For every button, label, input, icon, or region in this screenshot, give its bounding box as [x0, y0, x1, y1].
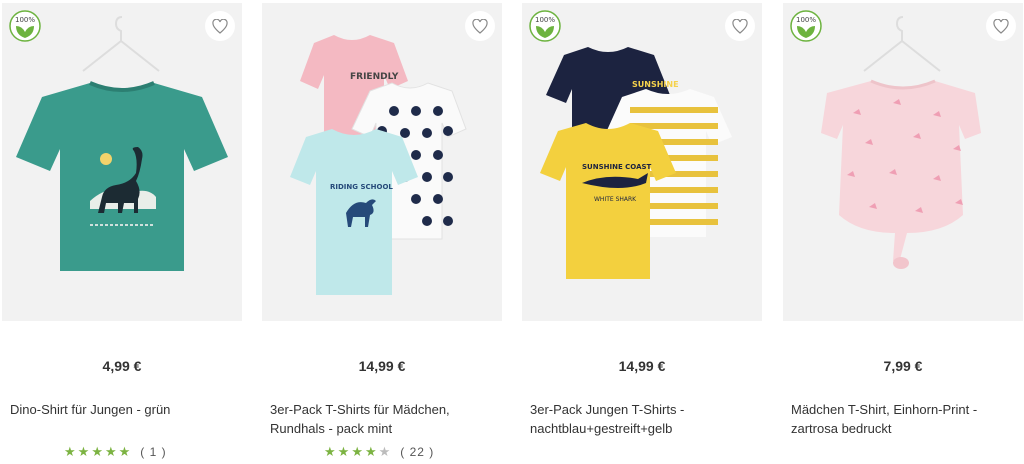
product-name-link[interactable]: 3er-Pack T-Shirts für Mädchen, Rundhals … — [270, 400, 498, 438]
heart-outline-icon — [472, 18, 488, 34]
product-card-unicorn-shirt[interactable]: 100% 7,99 € Mädchen T-Shirt, Einhorn-Pri… — [783, 3, 1023, 464]
heart-outline-icon — [993, 18, 1009, 34]
product-rating[interactable]: ★ ★ ★ ★ ★ ( 1 ) — [64, 444, 167, 460]
star-full-icon: ★ — [337, 444, 350, 459]
star-full-icon: ★ — [118, 444, 131, 459]
star-full-icon: ★ — [91, 444, 103, 459]
organic-badge-icon: 100% — [790, 10, 822, 42]
organic-badge-icon: 100% — [529, 10, 561, 42]
svg-text:FRIENDLY: FRIENDLY — [350, 72, 399, 82]
favorite-button[interactable] — [465, 11, 495, 41]
star-full-icon: ★ — [104, 444, 117, 459]
star-full-icon: ★ — [77, 444, 90, 459]
product-image[interactable]: 100% — [2, 3, 242, 321]
product-price: 14,99 € — [358, 358, 406, 374]
star-full-icon: ★ — [351, 444, 363, 459]
star-half-icon: ★ — [378, 444, 391, 459]
review-count: ( 22 ) — [400, 445, 435, 459]
pink-unicorn-tshirt-image — [821, 16, 981, 269]
organic-badge-icon: 100% — [9, 10, 41, 42]
review-count: ( 1 ) — [140, 445, 167, 459]
favorite-button[interactable] — [986, 11, 1016, 41]
product-price: 7,99 € — [883, 358, 923, 374]
product-price: 14,99 € — [618, 358, 666, 374]
three-pack-girls-tshirts-image: FRIENDLY RIDING SCHOOL — [290, 35, 467, 295]
product-name-link[interactable]: Dino-Shirt für Jungen - grün — [10, 400, 238, 419]
svg-text:WHITE SHARK: WHITE SHARK — [594, 196, 637, 203]
star-full-icon: ★ — [324, 444, 336, 459]
star-full-icon: ★ — [364, 444, 377, 459]
product-image[interactable]: FRIENDLY RIDING SCHOOL — [262, 3, 502, 321]
product-image[interactable]: 100% — [783, 3, 1023, 321]
product-name-link[interactable]: Mädchen T-Shirt, Einhorn-Print - zartros… — [791, 400, 1019, 438]
product-card-dino-shirt[interactable]: 100% 4,99 € Dino-Shirt für Jungen - grün… — [2, 3, 242, 464]
product-card-3pack-girls[interactable]: FRIENDLY RIDING SCHOOL 14,99 € 3er-Pack … — [262, 3, 502, 464]
three-pack-boys-tshirts-image: SUNSHINE SUNSHINE COAST WHITE SHARK — [540, 47, 732, 279]
svg-text:SUNSHINE COAST: SUNSHINE COAST — [582, 163, 652, 171]
product-price: 4,99 € — [102, 358, 142, 374]
star-full-icon: ★ — [64, 444, 76, 459]
heart-outline-icon — [732, 18, 748, 34]
svg-text:SUNSHINE: SUNSHINE — [632, 80, 679, 89]
product-card-3pack-boys[interactable]: SUNSHINE SUNSHINE COAST WHITE SHARK 100%… — [522, 3, 762, 464]
rating-stars: ★ ★ ★ ★ ★ — [324, 445, 390, 459]
badge-label: 100% — [796, 16, 816, 24]
badge-label: 100% — [535, 16, 555, 24]
badge-label: 100% — [15, 16, 35, 24]
favorite-button[interactable] — [205, 11, 235, 41]
favorite-button[interactable] — [725, 11, 755, 41]
svg-text:RIDING SCHOOL: RIDING SCHOOL — [330, 183, 393, 191]
product-rating[interactable]: ★ ★ ★ ★ ★ ( 22 ) — [324, 444, 434, 460]
product-image[interactable]: SUNSHINE SUNSHINE COAST WHITE SHARK 100% — [522, 3, 762, 321]
green-dino-tshirt-image — [16, 16, 228, 271]
heart-outline-icon — [212, 18, 228, 34]
product-name-link[interactable]: 3er-Pack Jungen T-Shirts - nachtblau+ges… — [530, 400, 758, 438]
rating-stars: ★ ★ ★ ★ ★ — [64, 445, 130, 459]
